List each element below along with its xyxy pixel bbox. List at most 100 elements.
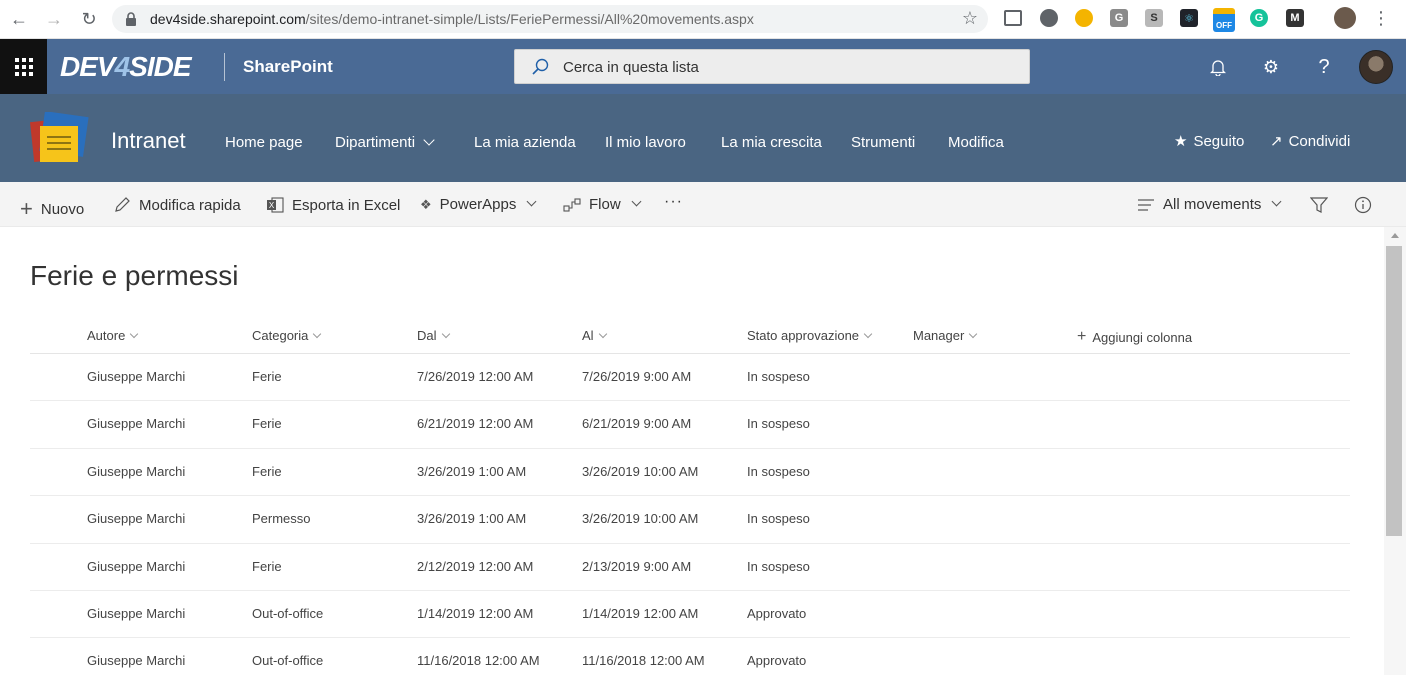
cell-autore[interactable]: Giuseppe Marchi <box>87 653 185 668</box>
nav-item-dipartimenti[interactable]: Dipartimenti <box>335 134 435 151</box>
powerapps-icon: ❖ <box>420 196 432 212</box>
new-label: Nuovo <box>40 200 85 218</box>
chevron-down-icon <box>631 196 642 207</box>
column-header-categoria[interactable]: Categoria <box>252 328 322 343</box>
vertical-scrollbar[interactable] <box>1384 227 1406 675</box>
extension-m-icon[interactable]: M <box>1286 9 1304 27</box>
column-header-dal[interactable]: Dal <box>417 328 450 343</box>
more-options-button[interactable]: ··· <box>664 193 683 211</box>
cell-stato: Approvato <box>747 653 807 669</box>
column-header-stato[interactable]: Stato approvazione <box>747 328 873 343</box>
cell-dal: 11/16/2018 12:00 AM <box>417 653 540 669</box>
list-grid: Autore Categoria Dal Al Stato approvazio… <box>30 318 1350 686</box>
sharepoint-link[interactable]: SharePoint <box>243 57 333 77</box>
nav-item-azienda[interactable]: La mia azienda <box>474 134 576 151</box>
nav-item-home[interactable]: Home page <box>225 134 303 151</box>
cell-al: 2/13/2019 9:00 AM <box>582 558 692 574</box>
cell-categoria: Ferie <box>252 463 282 479</box>
cell-dal: 3/26/2019 1:00 AM <box>417 511 527 527</box>
cell-autore[interactable]: Giuseppe Marchi <box>87 559 185 574</box>
bell-icon[interactable] <box>1207 56 1229 78</box>
extension-colorful-icon[interactable] <box>1075 9 1093 27</box>
search-input[interactable]: Cerca in questa lista <box>514 49 1030 84</box>
nav-item-label: Dipartimenti <box>335 134 416 151</box>
nav-item-modifica[interactable]: Modifica <box>948 134 1004 151</box>
nav-item-strumenti[interactable]: Strumenti <box>851 134 915 151</box>
table-row[interactable]: Giuseppe Marchi Ferie 6/21/2019 12:00 AM… <box>30 401 1350 449</box>
lock-icon <box>126 12 136 26</box>
view-switcher[interactable]: All movements <box>1137 196 1282 213</box>
plus-icon: + <box>20 196 33 221</box>
cell-dal: 6/21/2019 12:00 AM <box>417 416 534 432</box>
browser-toolbar: ← → ↻ dev4side.sharepoint.com/sites/demo… <box>0 0 1406 39</box>
address-bar[interactable]: dev4side.sharepoint.com/sites/demo-intra… <box>112 5 988 33</box>
follow-label: Seguito <box>1193 133 1245 150</box>
share-button[interactable]: ↗ Condividi <box>1270 132 1350 150</box>
scroll-up-arrow-icon[interactable] <box>1391 233 1399 238</box>
extension-off-icon[interactable]: OFF <box>1213 8 1235 32</box>
grammarly-icon[interactable]: G <box>1250 9 1268 27</box>
table-row[interactable]: Giuseppe Marchi Ferie 7/26/2019 12:00 AM… <box>30 354 1350 402</box>
extension-circle-icon[interactable] <box>1040 9 1058 27</box>
extension-g-icon[interactable]: G <box>1110 9 1128 27</box>
nav-item-crescita[interactable]: La mia crescita <box>721 134 822 151</box>
reload-icon[interactable]: ↻ <box>78 8 100 30</box>
cell-autore[interactable]: Giuseppe Marchi <box>87 511 185 526</box>
cast-icon[interactable] <box>1004 10 1022 26</box>
view-label: All movements <box>1163 196 1262 213</box>
profile-avatar-icon[interactable] <box>1334 7 1356 29</box>
table-row[interactable]: Giuseppe Marchi Ferie 3/26/2019 1:00 AM … <box>30 449 1350 497</box>
cell-autore[interactable]: Giuseppe Marchi <box>87 464 185 479</box>
cell-dal: 7/26/2019 12:00 AM <box>417 369 534 384</box>
new-button[interactable]: + Nuovo <box>20 196 84 222</box>
quick-edit-button[interactable]: Modifica rapida <box>113 196 241 214</box>
avatar[interactable] <box>1359 50 1393 84</box>
search-icon <box>532 58 549 75</box>
plus-icon: + <box>1077 328 1087 345</box>
gear-icon[interactable]: ⚙ <box>1260 56 1282 78</box>
cell-categoria: Ferie <box>252 558 282 574</box>
follow-button[interactable]: ★ Seguito <box>1174 132 1244 150</box>
table-row[interactable]: Giuseppe Marchi Permesso 3/26/2019 1:00 … <box>30 496 1350 544</box>
chevron-down-icon <box>863 329 873 338</box>
column-header-manager[interactable]: Manager <box>913 328 978 343</box>
cell-stato: Approvato <box>747 605 807 621</box>
cell-autore[interactable]: Giuseppe Marchi <box>87 606 185 621</box>
flow-menu[interactable]: Flow <box>563 196 642 213</box>
nav-item-lavoro[interactable]: Il mio lavoro <box>605 134 686 151</box>
cell-categoria: Ferie <box>252 416 282 432</box>
bookmark-star-icon[interactable]: ☆ <box>962 8 978 29</box>
chevron-down-icon <box>130 329 139 338</box>
command-bar: + Nuovo Modifica rapida X Esporta in Exc… <box>0 182 1406 227</box>
flow-label: Flow <box>589 196 621 213</box>
react-devtools-icon[interactable]: ⚛ <box>1180 9 1198 27</box>
back-icon[interactable]: ← <box>8 8 30 30</box>
cell-dal: 3/26/2019 1:00 AM <box>417 463 527 479</box>
forward-icon[interactable]: → <box>43 8 65 30</box>
cell-autore[interactable]: Giuseppe Marchi <box>87 416 185 431</box>
table-row[interactable]: Giuseppe Marchi Out-of-office 1/14/2019 … <box>30 591 1350 639</box>
page-title: Ferie e permessi <box>30 260 239 291</box>
browser-menu-icon[interactable]: ⋮ <box>1372 8 1390 29</box>
powerapps-menu[interactable]: ❖ PowerApps <box>420 196 537 213</box>
add-column-button[interactable]: + Aggiungi colonna <box>1077 328 1192 346</box>
help-icon[interactable]: ? <box>1313 56 1335 78</box>
table-row[interactable]: Giuseppe Marchi Out-of-office 11/16/2018… <box>30 638 1350 685</box>
filter-icon[interactable] <box>1310 196 1328 214</box>
quick-edit-label: Modifica rapida <box>139 196 241 214</box>
cell-al: 11/16/2018 12:00 AM <box>582 653 705 669</box>
cell-autore[interactable]: Giuseppe Marchi <box>87 369 185 384</box>
powerapps-label: PowerApps <box>439 196 517 213</box>
table-row[interactable]: Giuseppe Marchi Ferie 2/12/2019 12:00 AM… <box>30 544 1350 591</box>
column-header-autore[interactable]: Autore <box>87 328 139 343</box>
view-list-icon <box>1137 198 1155 212</box>
info-icon[interactable] <box>1354 196 1372 214</box>
company-logo[interactable]: DEV4SIDE <box>60 51 192 83</box>
app-launcher-icon[interactable] <box>0 39 47 94</box>
site-logo-icon[interactable] <box>30 112 90 164</box>
export-excel-button[interactable]: X Esporta in Excel <box>266 196 400 214</box>
scrollbar-thumb[interactable] <box>1386 246 1402 536</box>
extension-s-icon[interactable]: S <box>1145 9 1163 27</box>
column-header-al[interactable]: Al <box>582 328 607 343</box>
site-title[interactable]: Intranet <box>111 128 186 154</box>
